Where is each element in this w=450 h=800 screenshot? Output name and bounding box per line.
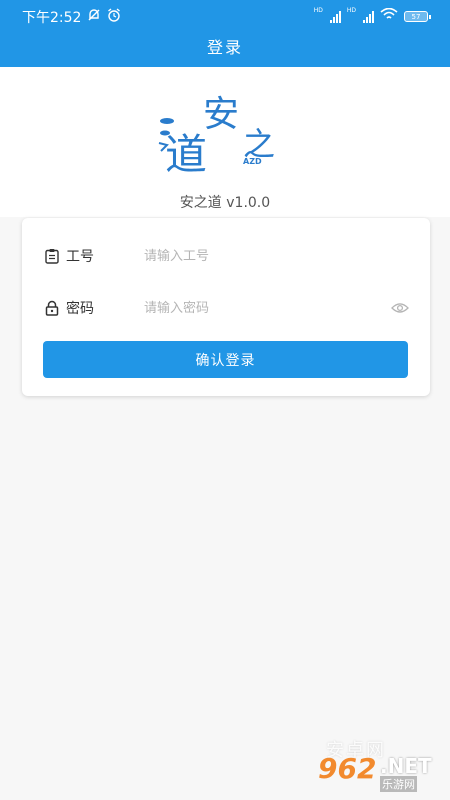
employee-id-row: 工号: [22, 236, 430, 276]
logo-char-dao: 道: [165, 130, 208, 179]
battery-level: 57: [411, 12, 421, 21]
eye-icon[interactable]: [391, 301, 409, 315]
clipboard-icon: [45, 249, 59, 264]
wifi-icon: [380, 7, 398, 25]
password-row: 密码: [22, 288, 430, 328]
app-version: 安之道 v1.0.0: [179, 195, 271, 211]
login-card: 工号 密码 确认登录: [22, 218, 430, 396]
status-time: 下午2:52: [22, 9, 82, 26]
password-label: 密码: [66, 301, 94, 317]
employee-id-input[interactable]: [144, 241, 384, 271]
notification-off-icon: [87, 8, 101, 26]
status-bar: 下午2:52 HD HD 57: [0, 0, 450, 33]
employee-id-label: 工号: [66, 249, 94, 265]
password-input[interactable]: [144, 293, 384, 323]
logo-char-an: 安: [203, 94, 240, 135]
page-title: 登录: [206, 38, 243, 57]
app-bar: 下午2:52 HD HD 57 登录: [0, 0, 450, 67]
brand-section: 安 道 之 AZD 安之道 v1.0.0: [0, 67, 450, 217]
lock-icon: [45, 300, 59, 316]
status-right: HD HD 57: [313, 7, 431, 25]
status-left: 下午2:52: [22, 7, 121, 27]
login-button[interactable]: 确认登录: [43, 341, 408, 378]
battery-icon: 57: [404, 11, 431, 22]
logo-azd-text: AZD: [243, 157, 262, 166]
signal-icon: [363, 10, 374, 23]
watermark-number: 962: [318, 752, 377, 785]
watermark-cn: 乐游网: [380, 776, 417, 792]
hd-label-2: HD: [346, 7, 356, 14]
signal-icon: [329, 10, 341, 23]
watermark-net: .NET: [380, 754, 432, 778]
app-logo: 安 道 之 AZD: [155, 85, 295, 185]
alarm-icon: [107, 7, 121, 26]
hd-label-1: HD: [313, 7, 323, 14]
watermark: 安卓网 962 .NET 乐游网: [318, 736, 444, 794]
